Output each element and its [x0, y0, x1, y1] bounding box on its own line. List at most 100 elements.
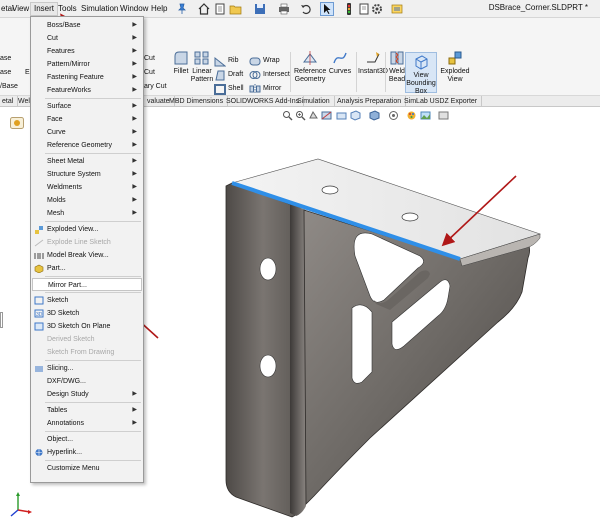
menu-item-pattern-mirror[interactable]: Pattern/Mirror ▶: [31, 58, 143, 71]
view-bounding-box-button[interactable]: View Bounding Box: [405, 52, 437, 95]
menu-item-dxf-dwg[interactable]: DXF/DWG...: [31, 375, 143, 388]
section-view-icon[interactable]: [321, 110, 332, 121]
menu-item-weldments[interactable]: Weldments ▶: [31, 181, 143, 194]
menu-item-label: Hyperlink...: [47, 449, 83, 456]
shell-button[interactable]: Shell: [214, 83, 244, 95]
tab-simulation[interactable]: Simulation: [293, 96, 335, 107]
print-icon[interactable]: [277, 2, 291, 16]
menu-simulation[interactable]: Simulation: [78, 2, 121, 16]
menu-item-mesh[interactable]: Mesh ▶: [31, 207, 143, 220]
menu-item-featureworks[interactable]: FeatureWorks ▶: [31, 84, 143, 97]
menu-separator: [45, 276, 141, 277]
mounting-hole-upper[interactable]: [259, 257, 277, 281]
menu-item-slicing[interactable]: Slicing...: [31, 362, 143, 375]
zoom-area-icon[interactable]: [295, 110, 306, 121]
menu-item-object[interactable]: Object...: [31, 433, 143, 446]
menu-item-label: Customize Menu: [47, 465, 100, 472]
menu-item-3d-sketch-on-plane[interactable]: 3D Sketch On Plane: [31, 320, 143, 333]
menu-item-face[interactable]: Face ▶: [31, 113, 143, 126]
ribbon-cut-2[interactable]: Cut: [144, 69, 155, 76]
zoom-to-fit-icon[interactable]: [282, 110, 293, 121]
menu-item-part[interactable]: Part...: [31, 262, 143, 275]
curves-button[interactable]: Curves: [327, 50, 353, 76]
mounting-hole-lower[interactable]: [259, 354, 277, 378]
intersect-button[interactable]: Intersect: [249, 69, 290, 81]
menu-item-3d-sketch[interactable]: 3D 3D Sketch: [31, 307, 143, 320]
apply-scene-icon[interactable]: [420, 110, 431, 121]
open-icon[interactable]: [229, 2, 243, 16]
ribbon-label-base-1[interactable]: ase: [0, 55, 11, 62]
home-icon[interactable]: [197, 2, 211, 16]
menu-window[interactable]: Window: [117, 2, 151, 16]
menu-item-sheet-metal[interactable]: Sheet Metal ▶: [31, 155, 143, 168]
dynamic-annotation-icon[interactable]: [336, 110, 347, 121]
reference-geometry-button[interactable]: Reference Geometry: [294, 50, 326, 84]
tab-analysis-preparation[interactable]: Analysis Preparation: [333, 96, 407, 107]
menu-item-hyperlink[interactable]: Hyperlink...: [31, 446, 143, 459]
tab-solidworks-addins[interactable]: SOLIDWORKS Add-Ins: [222, 96, 305, 107]
menu-tools[interactable]: Tools: [55, 2, 80, 16]
ribbon-cut-1[interactable]: Cut: [144, 55, 155, 62]
menu-item-boss-base[interactable]: Boss/Base ▶: [31, 19, 143, 32]
previous-view-icon[interactable]: [308, 110, 319, 121]
menu-insert[interactable]: Insert: [30, 2, 59, 16]
menu-item-exploded-view[interactable]: Exploded View...: [31, 223, 143, 236]
undo-icon[interactable]: [299, 2, 313, 16]
menu-help[interactable]: Help: [148, 2, 170, 16]
menu-item-label: Sheet Metal: [47, 158, 85, 165]
ribbon-cut-3[interactable]: ary Cut: [144, 83, 167, 90]
view-settings-icon[interactable]: [438, 110, 449, 121]
menu-item-label: Sketch: [47, 297, 69, 304]
pin-icon[interactable]: [175, 2, 189, 16]
mirror-button[interactable]: Mirror: [249, 83, 281, 95]
ribbon-label-e[interactable]: E: [25, 69, 30, 76]
submenu-arrow-icon: ▶: [132, 48, 137, 54]
ribbon-label-base-2[interactable]: ase: [0, 69, 11, 76]
rib-button[interactable]: Rib: [214, 55, 239, 67]
top-hole-2[interactable]: [401, 212, 419, 222]
menu-item-fastening-feature[interactable]: Fastening Feature ▶: [31, 71, 143, 84]
exploded-view-button[interactable]: Exploded View: [440, 50, 470, 84]
menu-item-structure-system[interactable]: Structure System ▶: [31, 168, 143, 181]
menu-item-curve[interactable]: Curve ▶: [31, 126, 143, 139]
menu-item-cut[interactable]: Cut ▶: [31, 32, 143, 45]
top-hole-1[interactable]: [321, 185, 339, 195]
file-properties-icon[interactable]: [357, 2, 371, 16]
draft-button[interactable]: Draft: [214, 69, 243, 81]
wrap-button[interactable]: Wrap: [249, 55, 280, 67]
menu-item-design-study[interactable]: Design Study ▶: [31, 388, 143, 401]
hide-show-items-icon[interactable]: [388, 110, 399, 121]
back-flange-face[interactable]: [225, 182, 301, 518]
submenu-arrow-icon: ▶: [132, 103, 137, 109]
menu-item-sketch[interactable]: Sketch: [31, 294, 143, 307]
edit-appearance-icon[interactable]: [406, 110, 417, 121]
rib-icon: [214, 56, 226, 67]
graphics-area[interactable]: [144, 123, 600, 523]
new-document-icon[interactable]: [213, 2, 227, 16]
menu-item-model-break-view[interactable]: Model Break View...: [31, 249, 143, 262]
linear-pattern-label: Linear Pattern: [190, 68, 214, 83]
traffic-light-icon[interactable]: [342, 2, 356, 16]
view-orientation-icon[interactable]: [350, 110, 361, 121]
menu-view[interactable]: View: [9, 2, 32, 16]
appearance-icon[interactable]: [10, 117, 24, 129]
menu-item-tables[interactable]: Tables ▶: [31, 404, 143, 417]
menu-item-features[interactable]: Features ▶: [31, 45, 143, 58]
tab-mbd-dimensions[interactable]: MBD Dimensions: [165, 96, 229, 107]
menu-item-molds[interactable]: Molds ▶: [31, 194, 143, 207]
menu-item-customize-menu[interactable]: Customize Menu: [31, 462, 143, 475]
submenu-arrow-icon: ▶: [132, 407, 137, 413]
select-cursor-icon[interactable]: [320, 2, 334, 16]
linear-pattern-button[interactable]: Linear Pattern: [190, 50, 214, 84]
menu-separator: [45, 292, 141, 293]
gear-icon[interactable]: [370, 2, 384, 16]
menu-item-annotations[interactable]: Annotations ▶: [31, 417, 143, 430]
menu-item-reference-geometry[interactable]: Reference Geometry ▶: [31, 139, 143, 152]
customize-toolbar-icon[interactable]: [390, 2, 404, 16]
display-style-icon[interactable]: [369, 110, 380, 121]
ribbon-label-base-3[interactable]: /Base: [0, 83, 18, 90]
save-icon[interactable]: [253, 2, 267, 16]
menu-item-surface[interactable]: Surface ▶: [31, 100, 143, 113]
tab-simlab-usdz-exporter[interactable]: SimLab USDZ Exporter: [400, 96, 483, 107]
menu-item-mirror-part[interactable]: Mirror Part...: [32, 278, 142, 291]
